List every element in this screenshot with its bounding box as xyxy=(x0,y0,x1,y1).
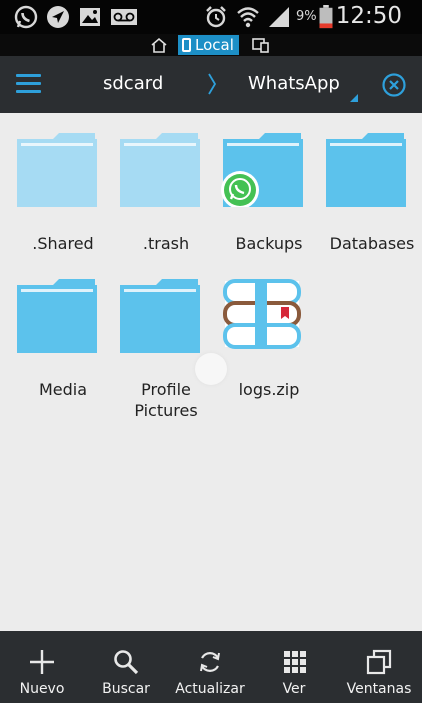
view-button[interactable]: Ver xyxy=(252,631,336,703)
file-name: .trash xyxy=(142,234,190,253)
file-name: Profile Pictures xyxy=(134,380,198,420)
windows-label: Ventanas xyxy=(346,681,412,697)
folder-icon xyxy=(326,133,406,207)
devices-icon[interactable] xyxy=(252,37,270,53)
search-button[interactable]: Buscar xyxy=(84,631,168,703)
file-logs-zip[interactable]: logs.zip xyxy=(221,279,317,409)
signal-icon xyxy=(269,7,289,27)
home-icon[interactable] xyxy=(150,37,168,53)
folder-trash[interactable]: .trash xyxy=(118,133,214,263)
new-label: Nuevo xyxy=(19,681,65,697)
search-label: Buscar xyxy=(102,681,150,697)
menu-icon[interactable] xyxy=(16,74,41,94)
location-bar: Local xyxy=(0,34,422,56)
new-button[interactable]: Nuevo xyxy=(0,631,84,703)
local-location-chip[interactable]: Local xyxy=(178,35,239,55)
clock: 12:50 xyxy=(335,3,402,29)
dropdown-corner-icon[interactable] xyxy=(350,94,358,102)
windows-icon xyxy=(366,649,392,675)
windows-button[interactable]: Ventanas xyxy=(336,631,422,703)
plus-icon xyxy=(30,650,54,674)
file-name: Backups xyxy=(235,234,303,253)
refresh-label: Actualizar xyxy=(175,681,245,697)
file-name: .Shared xyxy=(32,234,94,253)
folder-shared[interactable]: .Shared xyxy=(15,133,111,263)
folder-databases[interactable]: Databases xyxy=(324,133,420,263)
view-label: Ver xyxy=(282,681,306,697)
file-name: logs.zip xyxy=(238,380,300,399)
folder-icon xyxy=(120,279,200,353)
search-icon xyxy=(114,650,139,675)
file-grid: .Shared .trash Backups Databases Media P… xyxy=(0,113,422,630)
folder-profile-pictures[interactable]: Profile Pictures xyxy=(118,279,214,429)
refresh-button[interactable]: Actualizar xyxy=(168,631,252,703)
toolbar: sdcard WhatsApp xyxy=(0,56,422,113)
battery-icon xyxy=(319,5,333,29)
local-label: Local xyxy=(195,36,234,54)
folder-icon xyxy=(120,133,200,207)
folder-icon xyxy=(221,133,303,207)
close-icon[interactable] xyxy=(382,73,406,97)
touch-ripple xyxy=(195,353,227,385)
voicemail-icon xyxy=(111,9,137,25)
wifi-icon xyxy=(237,7,259,28)
whatsapp-icon xyxy=(14,5,38,29)
folder-icon xyxy=(17,133,97,207)
battery-percent: 9% xyxy=(296,9,317,24)
archive-icon xyxy=(223,279,301,349)
folder-backups[interactable]: Backups xyxy=(221,133,317,263)
folder-media[interactable]: Media xyxy=(15,279,111,409)
status-bar: 9% 12:50 xyxy=(0,0,422,34)
breadcrumb-sdcard[interactable]: sdcard xyxy=(103,73,163,94)
alarm-icon xyxy=(206,6,226,28)
file-name: Databases xyxy=(329,234,415,253)
breadcrumb-whatsapp[interactable]: WhatsApp xyxy=(248,73,340,94)
file-name: Media xyxy=(38,380,88,399)
bottom-bar: Nuevo Buscar Actualizar Ver Ventanas xyxy=(0,631,422,703)
grid-icon xyxy=(284,651,306,673)
refresh-icon xyxy=(200,652,220,672)
chevron-right-icon xyxy=(208,73,217,95)
folder-icon xyxy=(17,279,97,353)
navigation-icon xyxy=(47,6,69,28)
phone-icon xyxy=(182,38,191,52)
gallery-icon xyxy=(80,8,100,26)
